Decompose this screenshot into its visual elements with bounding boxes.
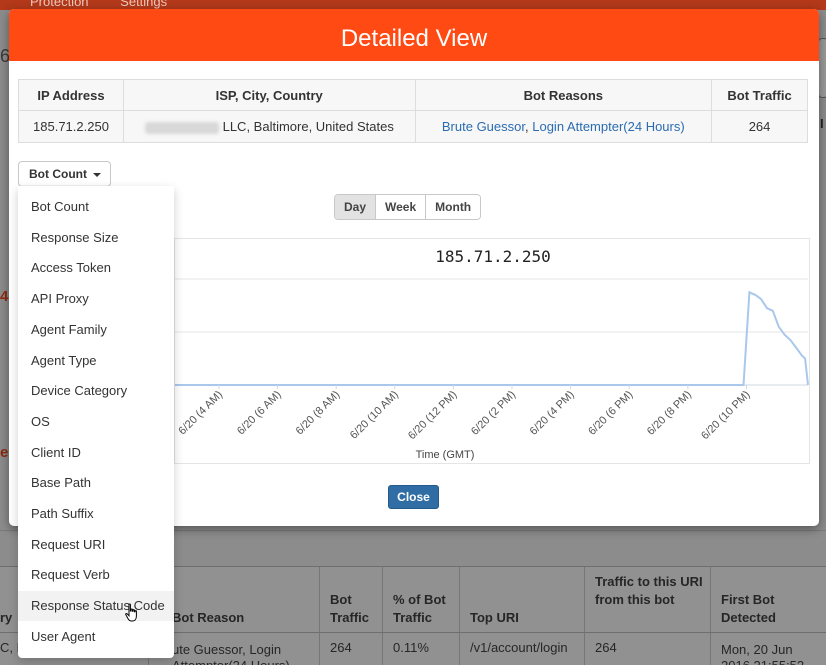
isp-location-text: LLC, Baltimore, United States (222, 119, 394, 134)
background-nav: Protection Settings (30, 0, 195, 9)
background-control (818, 38, 826, 98)
table-header: Bot Traffic (330, 592, 370, 625)
menu-item-user-agent[interactable]: User Agent (18, 622, 174, 652)
ip-info-table: IP Address ISP, City, Country Bot Reason… (18, 79, 808, 143)
chart-svg: 185.71.2.2506/20 (4 AM) 6/20 (6 AM) 6/20 (… (175, 247, 809, 461)
menu-item-client-id[interactable]: Client ID (18, 438, 174, 468)
x-tick-label: 6/20 (4 PM) (528, 389, 577, 438)
background-header-fragment: I (820, 116, 824, 131)
login-attempter-link[interactable]: Login Attempter(24 Hours) (532, 119, 684, 134)
table-col-divider (459, 567, 460, 665)
menu-item-response-status-code[interactable]: Response Status Code (18, 591, 174, 622)
modal-title: Detailed View (9, 9, 819, 61)
menu-item-agent-family[interactable]: Agent Family (18, 315, 174, 345)
x-tick-label: 6/20 (6 AM) (235, 389, 284, 438)
x-tick-label: 6/20 (10 PM) (699, 389, 752, 442)
bot-reasons-header: Bot Reasons (414, 79, 713, 111)
x-tick-label: 6/20 (2 PM) (469, 389, 518, 438)
bot-traffic-cell: 264 (711, 110, 808, 143)
background-red-text: 4 (0, 288, 9, 305)
menu-item-response-size[interactable]: Response Size (18, 223, 174, 253)
menu-item-api-proxy[interactable]: API Proxy (18, 284, 174, 314)
x-tick-label: 6/20 (8 PM) (645, 389, 694, 438)
table-col-divider (382, 567, 383, 665)
menu-item-agent-type[interactable]: Agent Type (18, 346, 174, 376)
brute-guessor-link[interactable]: Brute Guessor (442, 119, 525, 134)
menu-item-os[interactable]: OS (18, 407, 174, 437)
x-tick-label: 6/20 (4 AM) (176, 389, 225, 438)
time-range-selector: Day Week Month (334, 194, 482, 220)
bot-reasons-cell: Brute Guessor, Login Attempter(24 Hours) (414, 110, 713, 143)
menu-item-path-suffix[interactable]: Path Suffix (18, 499, 174, 529)
series-line (175, 290, 809, 386)
menu-item-access-token[interactable]: Access Token (18, 253, 174, 283)
range-week-button[interactable]: Week (375, 195, 426, 219)
table-cell-link[interactable]: ute Guessor, Login Attempter(24 Hours) (172, 642, 317, 665)
metric-dropdown-label: Bot Count (29, 167, 87, 181)
x-tick-label: 6/20 (8 AM) (294, 389, 343, 438)
table-header: ry (0, 610, 13, 625)
table-header: Top URI (470, 610, 519, 625)
table-header: Bot Reason (172, 610, 245, 625)
table-cell: 264 (595, 640, 617, 655)
menu-item-base-path[interactable]: Base Path (18, 468, 174, 498)
table-cell: Mon, 20 Jun 2016 21:55:52 (721, 642, 804, 665)
table-col-divider (710, 567, 711, 665)
table-col-divider (319, 567, 320, 665)
range-month-button[interactable]: Month (425, 195, 481, 219)
isp-header: ISP, City, Country (122, 79, 416, 111)
x-tick-label: 6/20 (10 AM) (348, 389, 401, 442)
metric-dropdown-menu: Bot Count Response Size Access Token API Pr… (18, 186, 174, 658)
metric-dropdown-button[interactable]: Bot Count (18, 161, 111, 187)
redacted-isp-name (144, 121, 219, 134)
table-header: Traffic to this URI from this bot (595, 574, 703, 607)
nav-settings[interactable]: Settings (120, 0, 167, 9)
caret-down-icon (92, 172, 101, 177)
table-cell-link[interactable]: /v1/account/login (470, 640, 568, 655)
bot-traffic-header: Bot Traffic (711, 79, 808, 111)
range-day-button[interactable]: Day (335, 195, 376, 219)
close-button[interactable]: Close (388, 485, 439, 509)
ip-address-cell: 185.71.2.250 (18, 110, 124, 143)
table-col-divider (584, 567, 585, 665)
hand-pointer-icon (125, 603, 137, 622)
table-cell: 264 (330, 640, 352, 655)
menu-item-device-category[interactable]: Device Category (18, 376, 174, 406)
table-header: % of Bot Traffic (393, 592, 446, 625)
menu-item-request-uri[interactable]: Request URI (18, 530, 174, 560)
table-header: First Bot Detected (721, 592, 776, 625)
x-axis-label: Time (GMT) (416, 449, 475, 461)
menu-item-request-verb[interactable]: Request Verb (18, 560, 174, 590)
x-tick-label: 6/20 (6 PM) (586, 389, 635, 438)
menu-item-bot-count[interactable]: Bot Count (18, 192, 174, 222)
x-tick-label: 6/20 (12 PM) (406, 389, 459, 442)
ip-address-header: IP Address (18, 79, 124, 111)
table-cell: 0.11% (393, 640, 429, 655)
bot-traffic-chart: 185.71.2.250 6/20 (4 AM) 6/20 (6 AM) 6/20 (… (174, 238, 810, 464)
chart-title: 185.71.2.250 (435, 247, 551, 266)
isp-cell: LLC, Baltimore, United States (122, 110, 416, 143)
nav-protection[interactable]: Protection (30, 0, 89, 9)
